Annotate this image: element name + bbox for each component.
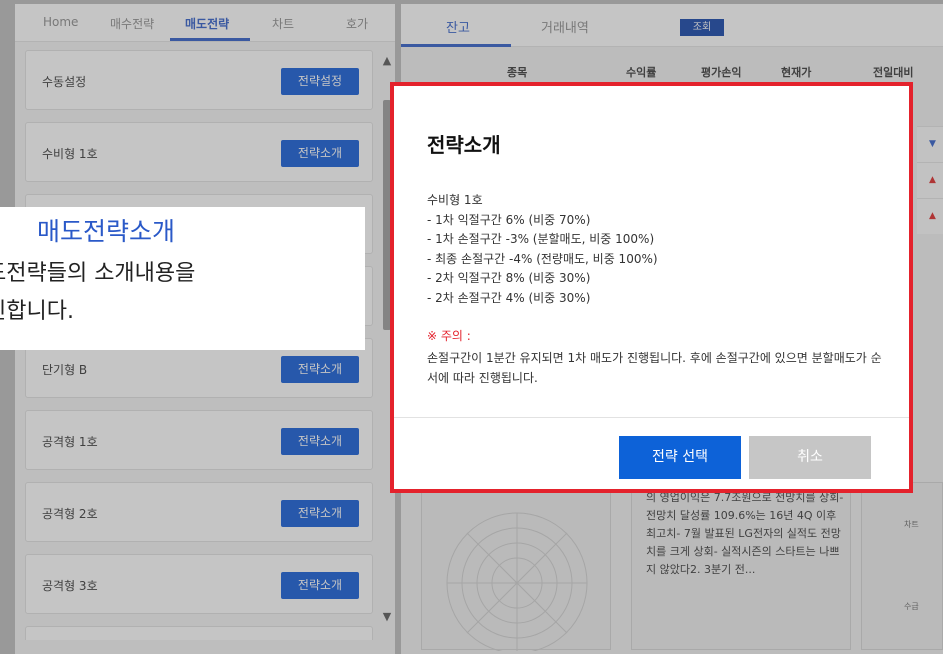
dialog-divider — [394, 417, 909, 418]
callout-title: 매도전략소개 — [37, 217, 176, 246]
strategy-intro-dialog: 전략소개 수비형 1호 - 1차 익절구간 6% (비중 70%) - 1차 손… — [390, 82, 913, 493]
body-line: - 2차 익절구간 8% (비중 30%) — [427, 271, 591, 285]
body-line: - 2차 손절구간 4% (비중 30%) — [427, 290, 591, 305]
body-line: - 1차 손절구간 -3% (분할매도, 비중 100%) — [427, 232, 655, 246]
dialog-title: 전략소개 — [427, 133, 501, 157]
guide-callout: 매도전략소개 도전략들의 소개내용을 인합니다. — [0, 207, 365, 350]
notice-body: 손절구간이 1분간 유지되면 1차 매도가 진행됩니다. 후에 손절구간에 있으… — [427, 351, 882, 385]
body-line: - 1차 익절구간 6% (비중 70%) — [427, 212, 591, 227]
callout-description: 도전략들의 소개내용을 인합니다. — [0, 255, 365, 331]
dialog-body: 수비형 1호 - 1차 익절구간 6% (비중 70%) - 1차 손절구간 -… — [427, 191, 887, 308]
cancel-button[interactable]: 취소 — [749, 436, 871, 479]
callout-desc-line: 도전략들의 소개내용을 — [0, 261, 196, 286]
body-line: 수비형 1호 — [427, 193, 483, 207]
notice-title: ※ 주의 : — [427, 329, 471, 343]
callout-desc-line: 인합니다. — [0, 299, 74, 324]
body-line: - 최종 손절구간 -4% (전량매도, 비중 100%) — [427, 251, 658, 266]
select-strategy-button[interactable]: 전략 선택 — [619, 436, 741, 479]
